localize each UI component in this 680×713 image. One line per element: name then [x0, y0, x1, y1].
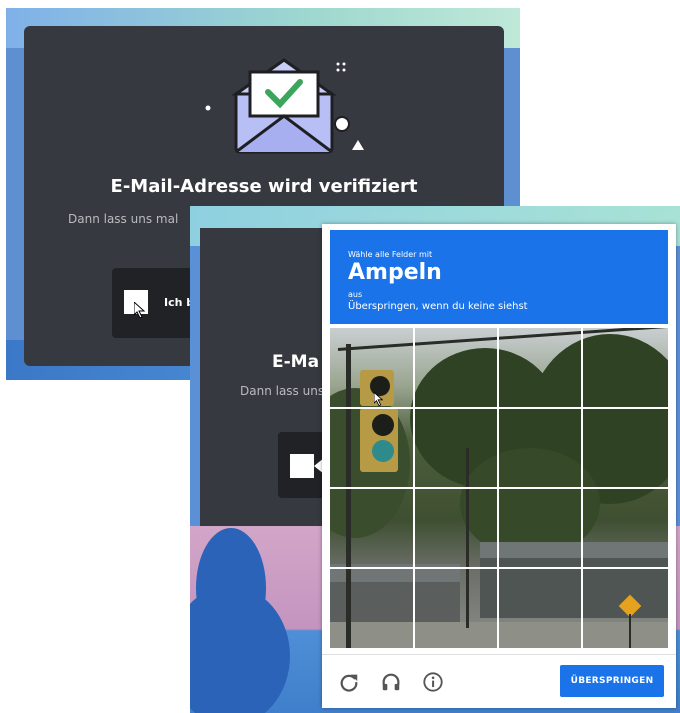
grid-tile[interactable]	[330, 568, 414, 648]
info-button[interactable]	[420, 669, 446, 695]
grid-tile[interactable]	[582, 408, 666, 488]
skip-button[interactable]: ÜBERSPRINGEN	[560, 665, 664, 697]
checkbox-label: Ich b	[164, 296, 192, 309]
audio-headphones-icon	[382, 673, 400, 691]
info-icon	[423, 672, 443, 692]
dialog-subtitle-cropped: Dann lass uns	[240, 384, 325, 398]
dialog-subtitle: Dann lass uns mal	[68, 212, 179, 226]
captcha-small-text: aus	[348, 290, 363, 299]
dialog-title: E-Mail-Adresse wird verifiziert	[110, 176, 418, 197]
mouse-cursor-icon	[374, 392, 384, 406]
dialog-title-cropped: E-Ma	[272, 352, 320, 372]
grid-tile[interactable]	[414, 488, 498, 568]
grid-line	[330, 567, 668, 569]
envelope-check-icon	[205, 58, 364, 154]
grid-tile[interactable]	[582, 568, 666, 648]
grid-tile[interactable]	[498, 488, 582, 568]
checkbox-square[interactable]	[290, 454, 314, 478]
grid-tile[interactable]	[330, 408, 414, 488]
grid-tile[interactable]	[498, 328, 582, 408]
grid-line	[330, 487, 668, 489]
captcha-challenge: Wähle alle Felder mit Ampeln aus Überspr…	[322, 224, 676, 708]
grid-tile[interactable]	[498, 408, 582, 488]
captcha-skip-hint: Überspringen, wenn du keine siehst	[348, 301, 528, 312]
grid-tile[interactable]	[414, 408, 498, 488]
human-check-button[interactable]: Ich b	[112, 268, 192, 338]
mouse-cursor-icon	[134, 302, 146, 318]
reload-icon	[340, 674, 358, 692]
captcha-header: Wähle alle Felder mit Ampeln aus Überspr…	[330, 230, 668, 324]
grid-tile[interactable]	[414, 568, 498, 648]
captcha-footer: ÜBERSPRINGEN	[322, 654, 676, 709]
audio-challenge-button[interactable]	[378, 669, 404, 695]
grid-tile[interactable]	[498, 568, 582, 648]
grid-tile[interactable]	[414, 328, 498, 408]
captcha-instruction: Wähle alle Felder mit	[348, 250, 433, 259]
grid-tile[interactable]	[582, 488, 666, 568]
grid-tile[interactable]	[582, 328, 666, 408]
captcha-target-object: Ampeln	[348, 260, 442, 285]
grid-line	[330, 407, 668, 409]
captcha-image-grid	[330, 328, 668, 648]
reload-button[interactable]	[336, 669, 362, 695]
grid-tile[interactable]	[330, 488, 414, 568]
grid-tile[interactable]	[330, 328, 414, 408]
